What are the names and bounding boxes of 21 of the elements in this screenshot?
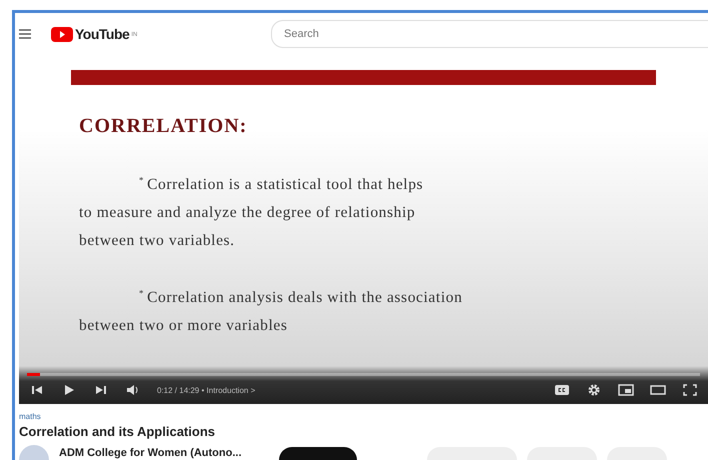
slide-text: $^{*}$ Correlation analysis deals with the association bbox=[138, 287, 464, 308]
miniplayer-icon[interactable] bbox=[618, 383, 634, 397]
search-field[interactable]: Search bbox=[271, 20, 708, 48]
slide-text: to measure and analyze the degree of relationship bbox=[79, 203, 416, 224]
play-logo-icon[interactable] bbox=[51, 26, 73, 42]
hashtag-link[interactable]: maths bbox=[19, 412, 708, 421]
theater-icon[interactable] bbox=[650, 383, 666, 397]
fullscreen-icon[interactable] bbox=[682, 383, 698, 397]
slide-title: CORRELATION: bbox=[79, 115, 248, 138]
slide-text: between two variables. bbox=[79, 231, 236, 252]
logo-text[interactable]: YouTube bbox=[75, 26, 130, 42]
slide-text: between two or more variables bbox=[79, 316, 288, 336]
settings-icon[interactable] bbox=[586, 383, 602, 397]
menu-icon[interactable] bbox=[19, 29, 31, 39]
captions-icon[interactable] bbox=[554, 383, 570, 397]
slide-text: $^{*}$ Correlation is a statistical tool that helps bbox=[138, 174, 424, 196]
channel-name[interactable]: ADM College for Women (Autono... bbox=[59, 447, 269, 459]
next-icon[interactable] bbox=[93, 383, 109, 397]
previous-icon[interactable] bbox=[29, 383, 45, 397]
video-title: Correlation and its Applications bbox=[19, 424, 216, 439]
time-display: 0:12 / 14:29 • Introduction > bbox=[157, 386, 256, 394]
